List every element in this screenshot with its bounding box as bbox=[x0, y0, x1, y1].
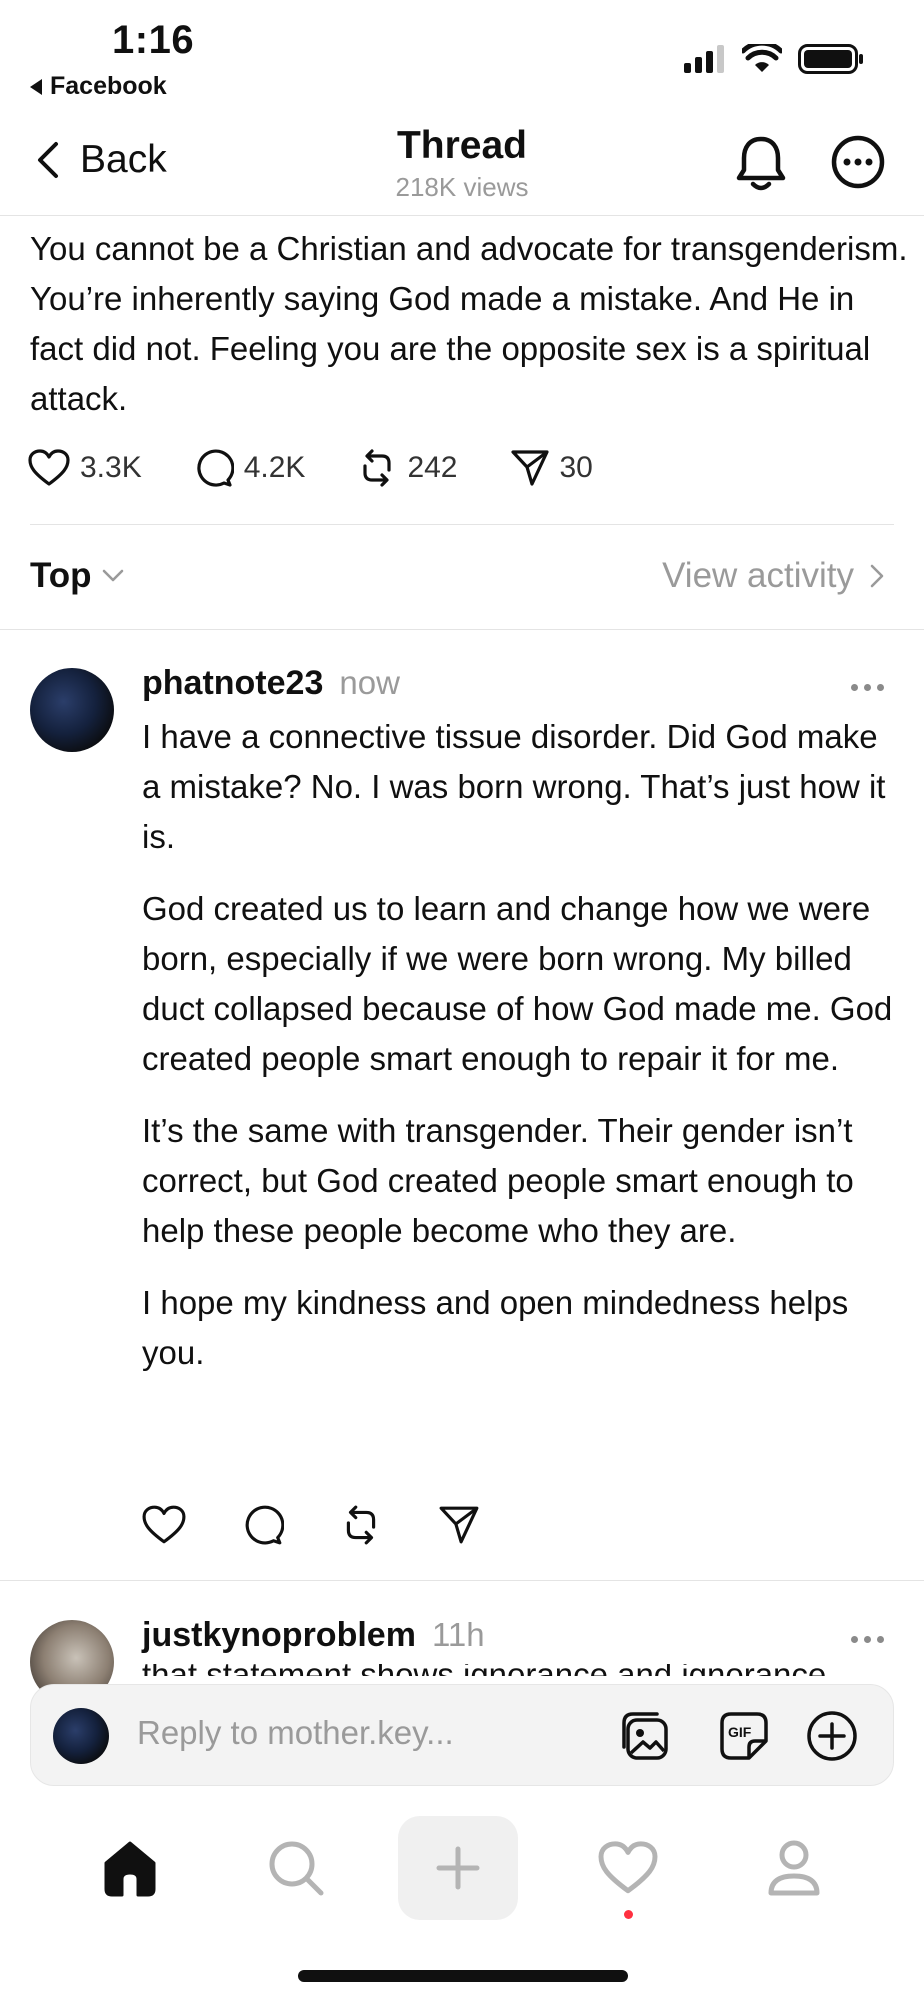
reply-username[interactable]: phatnote23 bbox=[142, 664, 323, 703]
reply-text: I have a connective tissue disorder. Did… bbox=[142, 712, 902, 1400]
more-options-icon[interactable] bbox=[830, 134, 886, 190]
chevron-right-icon bbox=[870, 564, 884, 588]
heart-icon bbox=[142, 1505, 186, 1544]
repost-icon bbox=[346, 1505, 376, 1545]
bottom-tab-bar bbox=[0, 1810, 924, 1930]
reply-header: phatnote23 now bbox=[142, 664, 400, 703]
search-icon bbox=[269, 1841, 324, 1896]
reply-text-peek: that statement shows ignorance and ignor… bbox=[142, 1664, 842, 1676]
sort-row: Top View activity bbox=[0, 530, 924, 630]
cellular-signal-icon bbox=[684, 45, 724, 73]
reply-paragraph: that statement shows ignorance and ignor… bbox=[142, 1664, 842, 1676]
reply-comment-button[interactable] bbox=[242, 1504, 284, 1546]
tab-new-post[interactable] bbox=[398, 1816, 518, 1920]
status-time: 1:16 bbox=[112, 18, 195, 62]
avatar[interactable] bbox=[30, 668, 114, 752]
comment-icon bbox=[245, 1505, 284, 1545]
reply-paragraph: I hope my kindness and open mindedness h… bbox=[142, 1284, 849, 1371]
reply-like-button[interactable] bbox=[142, 1505, 186, 1545]
post-actions: 3.3K 4.2K 242 30 bbox=[28, 448, 645, 488]
chevron-down-icon bbox=[102, 569, 123, 582]
tab-activity[interactable] bbox=[568, 1816, 688, 1920]
reply-repost-button[interactable] bbox=[340, 1504, 382, 1546]
comment-icon bbox=[197, 449, 234, 487]
divider bbox=[0, 1580, 924, 1581]
reply-username[interactable]: justkynoproblem bbox=[142, 1616, 416, 1655]
heart-icon bbox=[28, 449, 70, 486]
send-icon bbox=[510, 450, 549, 486]
sort-label: Top bbox=[30, 556, 92, 595]
tab-profile[interactable] bbox=[734, 1816, 854, 1920]
share-count: 30 bbox=[559, 451, 593, 484]
reply-composer[interactable]: Reply to mother.key... GIF bbox=[30, 1684, 894, 1786]
plus-icon bbox=[436, 1846, 480, 1890]
reply-more-icon[interactable] bbox=[851, 684, 884, 691]
send-icon bbox=[439, 1506, 479, 1544]
reply-button[interactable]: 4.2K bbox=[194, 448, 306, 488]
back-to-app-link[interactable]: Facebook bbox=[30, 72, 167, 101]
reply-paragraph: I have a connective tissue disorder. Did… bbox=[142, 718, 886, 855]
svg-text:GIF: GIF bbox=[728, 1724, 752, 1740]
image-attach-icon[interactable] bbox=[619, 1709, 673, 1763]
reply-count: 4.2K bbox=[243, 451, 306, 484]
wifi-icon bbox=[742, 44, 782, 72]
reply-header: justkynoproblem 11h bbox=[142, 1616, 485, 1655]
share-button[interactable]: 30 bbox=[510, 449, 593, 487]
tab-home[interactable] bbox=[70, 1816, 190, 1920]
reply-paragraph: God created us to learn and change how w… bbox=[142, 890, 893, 1077]
status-bar: 1:16 Facebook bbox=[0, 0, 924, 110]
repost-button[interactable]: 242 bbox=[357, 448, 458, 488]
like-button[interactable]: 3.3K bbox=[28, 449, 142, 487]
add-icon[interactable] bbox=[805, 1709, 859, 1763]
home-indicator bbox=[298, 1970, 628, 1982]
gif-icon[interactable]: GIF bbox=[717, 1709, 771, 1763]
view-activity-label: View activity bbox=[662, 556, 854, 595]
repost-icon bbox=[363, 449, 392, 487]
original-post-text: You cannot be a Christian and advocate f… bbox=[30, 230, 908, 417]
thread-header: Back Thread 218K views bbox=[0, 110, 924, 216]
view-activity-link[interactable]: View activity bbox=[662, 556, 884, 596]
divider bbox=[30, 524, 894, 525]
battery-icon bbox=[798, 44, 863, 74]
profile-icon bbox=[768, 1840, 820, 1896]
bell-icon[interactable] bbox=[734, 134, 788, 194]
back-app-label: Facebook bbox=[50, 72, 167, 100]
reply-actions bbox=[142, 1504, 536, 1546]
notification-dot bbox=[624, 1910, 633, 1919]
sort-dropdown[interactable]: Top bbox=[30, 556, 124, 596]
reply-timestamp: now bbox=[339, 664, 400, 701]
heart-icon bbox=[598, 1841, 658, 1894]
reply-paragraph: It’s the same with transgender. Their ge… bbox=[142, 1112, 854, 1249]
composer-avatar bbox=[53, 1708, 109, 1764]
reply-more-icon[interactable] bbox=[851, 1636, 884, 1643]
like-count: 3.3K bbox=[80, 451, 142, 484]
reply-timestamp: 11h bbox=[431, 1616, 485, 1653]
reply-input-placeholder[interactable]: Reply to mother.key... bbox=[137, 1714, 454, 1752]
home-icon bbox=[104, 1841, 156, 1897]
tab-search[interactable] bbox=[236, 1816, 356, 1920]
reply-share-button[interactable] bbox=[438, 1505, 480, 1545]
back-triangle-icon bbox=[30, 78, 42, 95]
status-icons bbox=[684, 44, 864, 74]
repost-count: 242 bbox=[407, 451, 458, 484]
